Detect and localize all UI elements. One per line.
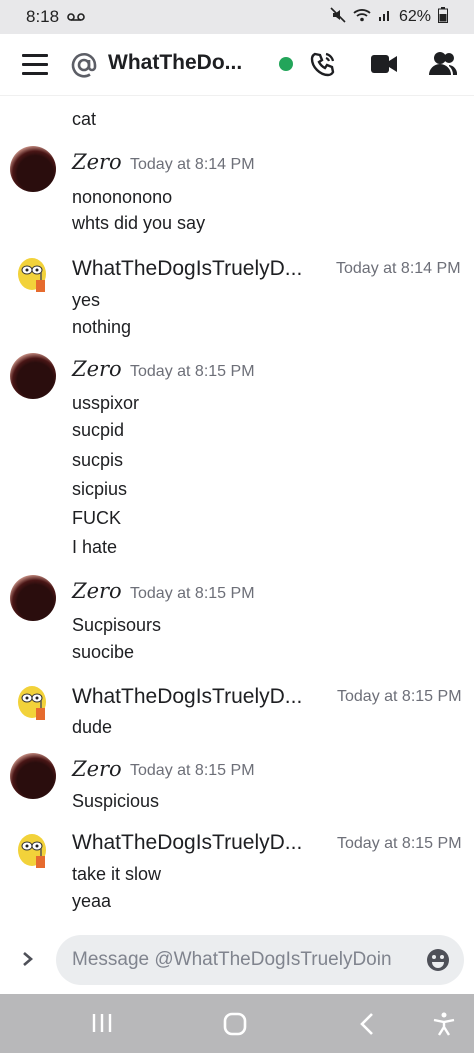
username[interactable]: WhatTheDogIsTruelyD... bbox=[72, 831, 302, 855]
timestamp: Today at 8:14 PM bbox=[336, 260, 461, 277]
avatar[interactable] bbox=[10, 828, 56, 874]
message-line: sucpis bbox=[72, 450, 124, 470]
emoji-icon[interactable] bbox=[426, 948, 450, 977]
timestamp: Today at 8:15 PM bbox=[337, 688, 462, 705]
timestamp: Today at 8:14 PM bbox=[130, 156, 255, 173]
username[interactable]: Zero bbox=[72, 150, 122, 174]
message-line: whts did you say bbox=[72, 213, 206, 233]
message-line: yeaa bbox=[72, 891, 112, 911]
message-input[interactable] bbox=[70, 948, 416, 972]
message-composer bbox=[0, 928, 474, 994]
message-input-box[interactable] bbox=[56, 935, 464, 985]
back-icon[interactable] bbox=[359, 1012, 375, 1041]
wifi-icon bbox=[353, 8, 371, 27]
timestamp: Today at 8:15 PM bbox=[130, 762, 255, 779]
avatar[interactable] bbox=[10, 146, 56, 192]
avatar[interactable] bbox=[10, 753, 56, 799]
avatar[interactable] bbox=[10, 575, 56, 621]
mute-icon bbox=[330, 6, 346, 28]
username[interactable]: Zero bbox=[72, 757, 122, 781]
message-line: dude bbox=[72, 717, 113, 737]
channel-title: WhatTheDo... bbox=[108, 51, 243, 74]
avatar[interactable] bbox=[10, 252, 56, 298]
home-icon[interactable] bbox=[223, 1012, 247, 1041]
battery-percentage: 62% bbox=[398, 8, 431, 25]
video-icon[interactable] bbox=[370, 54, 398, 79]
message-line: yes bbox=[72, 290, 101, 310]
status-bar: 8:18 62% bbox=[0, 0, 474, 34]
message-line: sicpius bbox=[72, 479, 128, 499]
accessibility-icon[interactable] bbox=[432, 1012, 456, 1041]
channel-header: WhatTheDo... bbox=[0, 34, 474, 96]
online-status-dot bbox=[279, 57, 293, 71]
members-icon[interactable] bbox=[429, 51, 458, 82]
signal-icon bbox=[378, 8, 392, 27]
message-line: nonononono bbox=[72, 187, 173, 207]
battery-icon bbox=[438, 6, 448, 28]
message-line: nothing bbox=[72, 317, 132, 337]
username[interactable]: Zero bbox=[72, 579, 122, 603]
status-time: 8:18 bbox=[26, 7, 60, 26]
expand-icon[interactable] bbox=[22, 950, 34, 973]
message-line: Suspicious bbox=[72, 791, 160, 811]
menu-icon[interactable] bbox=[22, 54, 48, 76]
system-navigation-bar bbox=[0, 994, 474, 1053]
timestamp: Today at 8:15 PM bbox=[130, 363, 255, 380]
call-icon[interactable] bbox=[310, 51, 338, 82]
message-line: take it slow bbox=[72, 864, 162, 884]
avatar[interactable] bbox=[10, 353, 56, 399]
recent-apps-icon[interactable] bbox=[91, 1012, 113, 1039]
voicemail-icon bbox=[67, 7, 85, 27]
message-line: usspixor bbox=[72, 393, 140, 413]
at-icon bbox=[70, 51, 98, 79]
message-line: Sucpisours bbox=[72, 615, 162, 635]
message-line: sucpid bbox=[72, 420, 125, 440]
message-line: cat bbox=[72, 109, 97, 129]
message-line: suocibe bbox=[72, 642, 135, 662]
timestamp: Today at 8:15 PM bbox=[337, 835, 462, 852]
message-line: FUCK bbox=[72, 508, 121, 528]
username[interactable]: WhatTheDogIsTruelyD... bbox=[72, 257, 302, 281]
avatar[interactable] bbox=[10, 680, 56, 726]
timestamp: Today at 8:15 PM bbox=[130, 585, 255, 602]
username[interactable]: WhatTheDogIsTruelyD... bbox=[72, 685, 302, 709]
message-line: I hate bbox=[72, 537, 118, 557]
username[interactable]: Zero bbox=[72, 357, 122, 381]
